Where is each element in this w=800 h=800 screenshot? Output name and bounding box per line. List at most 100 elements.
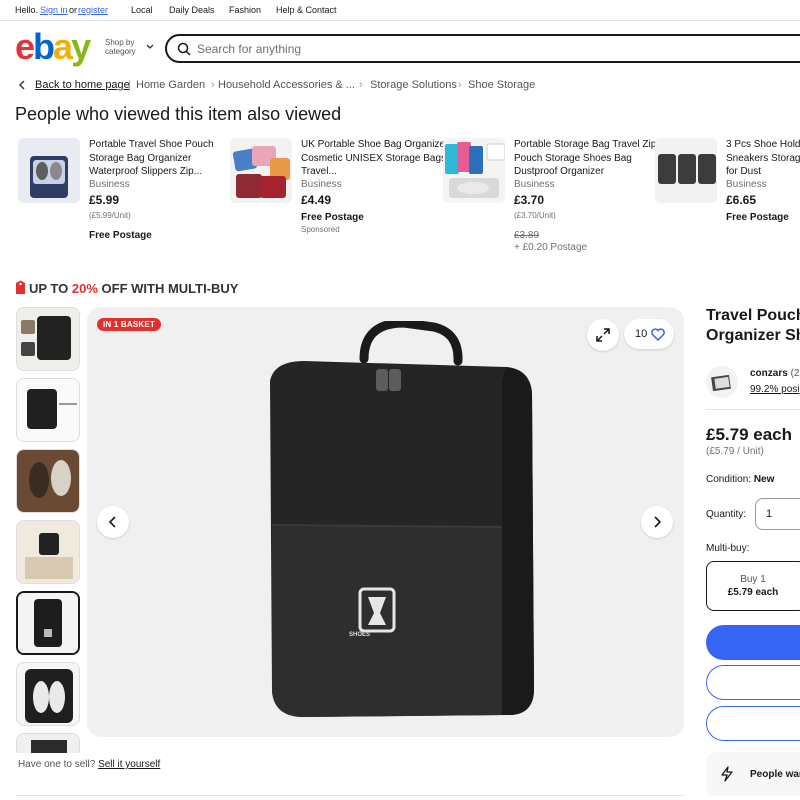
watch-button[interactable]: 10 <box>624 319 674 349</box>
breadcrumb-home-garden[interactable]: Home Garden <box>136 79 205 91</box>
product-title-line: Travel Pouch <box>706 307 800 324</box>
watch-count: 10 <box>635 328 648 340</box>
multi-buy-option[interactable]: Buy 1 £5.79 each <box>706 561 800 611</box>
sign-in-link[interactable]: Sign in <box>40 5 68 15</box>
card-postage: Free Postage <box>301 212 364 223</box>
gallery-thumbnail[interactable] <box>16 733 80 753</box>
help-contact-link[interactable]: Help & Contact <box>276 5 337 15</box>
unit-price: (£5.79 / Unit) <box>706 446 764 457</box>
in-basket-badge: IN 1 BASKET <box>97 318 161 331</box>
divider <box>15 795 685 796</box>
shop-by-category-button[interactable]: Shop by category <box>105 38 136 56</box>
tag-icon <box>16 280 25 294</box>
product-thumbnail[interactable] <box>230 138 292 203</box>
or-text: or <box>69 5 78 15</box>
condition-label: Condition: <box>706 474 752 485</box>
sell-prompt: Have one to sell? Sell it yourself <box>18 759 160 770</box>
card-title[interactable]: Portable Storage Bag Travel Zip Pouch St… <box>514 138 664 179</box>
seller-name[interactable]: conzars (2 <box>750 368 799 379</box>
product-image <box>270 321 534 717</box>
next-image-button[interactable] <box>641 506 673 538</box>
main-image-gallery[interactable]: IN 1 BASKET 10 SHOES <box>87 307 684 737</box>
multi-buy-price: £5.79 each <box>727 587 779 598</box>
seller-feedback-count: (2 <box>790 368 800 379</box>
search-icon <box>177 42 191 56</box>
bag-label: SHOES <box>349 632 371 638</box>
also-viewed-card[interactable]: 3 Pcs Shoe Holder Sneakers Storage for D… <box>655 136 800 261</box>
also-viewed-card[interactable]: Portable Storage Bag Travel Zip Pouch St… <box>443 136 656 261</box>
product-thumbnail[interactable] <box>655 138 717 203</box>
quantity-input[interactable]: 1 <box>755 498 800 530</box>
logo-letter-b: b <box>33 26 55 67</box>
ebay-logo[interactable]: ebay <box>15 26 91 67</box>
divider <box>706 409 800 410</box>
add-to-watchlist-button[interactable] <box>706 706 800 741</box>
chevron-left-icon <box>108 516 116 528</box>
multi-buy-promo: UP TO 20% OFF WITH MULTI-BUY <box>29 281 238 296</box>
expand-icon <box>596 328 610 342</box>
chevron-down-icon[interactable] <box>146 44 154 50</box>
card-was-price: £3.89 <box>514 230 540 241</box>
search-box[interactable]: Search for anything <box>165 34 800 63</box>
multi-buy-label: Multi-buy: <box>706 543 750 554</box>
people-watching-text: People war <box>750 769 800 780</box>
chevron-left-icon <box>19 80 25 90</box>
condition: Condition: New <box>706 474 774 485</box>
breadcrumb-household[interactable]: Household Accessories & ... <box>218 79 355 91</box>
product-thumbnail[interactable] <box>18 138 80 203</box>
gallery-thumbnail[interactable] <box>16 520 80 584</box>
seller-positive-feedback[interactable]: 99.2% posi <box>750 384 799 395</box>
expand-button[interactable] <box>587 319 619 351</box>
breadcrumb-separator: | <box>128 79 131 91</box>
fashion-link[interactable]: Fashion <box>229 5 261 15</box>
promo-suffix: OFF WITH MULTI-BUY <box>97 281 239 296</box>
heart-icon <box>651 328 665 341</box>
sell-it-yourself-link[interactable]: Sell it yourself <box>98 759 160 770</box>
breadcrumb-separator: › <box>211 79 215 91</box>
buy-it-now-button[interactable] <box>706 625 800 660</box>
breadcrumb-shoe-storage[interactable]: Shoe Storage <box>468 79 535 91</box>
product-thumbnail[interactable] <box>443 138 505 203</box>
add-to-basket-button[interactable] <box>706 665 800 700</box>
logo-letter-a: a <box>53 26 73 67</box>
gallery-thumbnail[interactable] <box>16 307 80 371</box>
gallery-thumbnail[interactable] <box>16 378 80 442</box>
gallery-thumbnail-selected[interactable] <box>16 591 80 655</box>
local-link[interactable]: Local <box>131 5 153 15</box>
quantity-label: Quantity: <box>706 509 747 520</box>
also-viewed-card[interactable]: UK Portable Shoe Bag Organizer Cosmetic … <box>230 136 448 261</box>
daily-deals-link[interactable]: Daily Deals <box>169 5 215 15</box>
product-title-line: Organizer Sh <box>706 327 800 344</box>
multi-buy-quantity: Buy 1 <box>740 574 766 585</box>
search-input[interactable]: Search for anything <box>197 42 301 56</box>
back-to-home-link[interactable]: Back to home page <box>35 79 130 91</box>
logo-letter-y: y <box>71 26 91 67</box>
promo-prefix: UP TO <box>29 281 72 296</box>
also-viewed-card[interactable]: Portable Travel Shoe Pouch Storage Bag O… <box>18 136 228 261</box>
card-title[interactable]: 3 Pcs Shoe Holder Sneakers Storage for D… <box>726 138 800 179</box>
sell-text: Have one to sell? <box>18 759 96 770</box>
card-condition: Business <box>726 179 767 190</box>
card-price: £3.70 <box>514 193 545 207</box>
people-watching-panel: People war <box>706 752 800 796</box>
shop-by-text: Shop by <box>105 38 135 47</box>
card-title[interactable]: UK Portable Shoe Bag Organizer Cosmetic … <box>301 138 451 179</box>
seller-avatar[interactable] <box>706 366 738 398</box>
previous-image-button[interactable] <box>97 506 129 538</box>
gallery-thumbnail[interactable] <box>16 662 80 726</box>
card-title[interactable]: Portable Travel Shoe Pouch Storage Bag O… <box>89 138 239 179</box>
card-price: £5.99 <box>89 193 120 207</box>
promo-percent: 20% <box>71 281 98 296</box>
category-text: category <box>105 47 136 56</box>
breadcrumb-storage[interactable]: Storage Solutions <box>370 79 457 91</box>
seller-name-text[interactable]: conzars <box>750 368 788 379</box>
greeting-text: Hello. <box>15 5 39 15</box>
breadcrumb-separator: › <box>359 79 363 91</box>
card-sponsored: Sponsored <box>301 225 340 234</box>
card-unit-price: (£3.70/Unit) <box>514 211 556 220</box>
logo-letter-e: e <box>15 26 35 67</box>
chevron-right-icon <box>654 516 662 528</box>
product-title: Travel Pouch Organizer Sh <box>706 306 800 346</box>
register-link[interactable]: register <box>78 5 108 15</box>
gallery-thumbnail[interactable] <box>16 449 80 513</box>
